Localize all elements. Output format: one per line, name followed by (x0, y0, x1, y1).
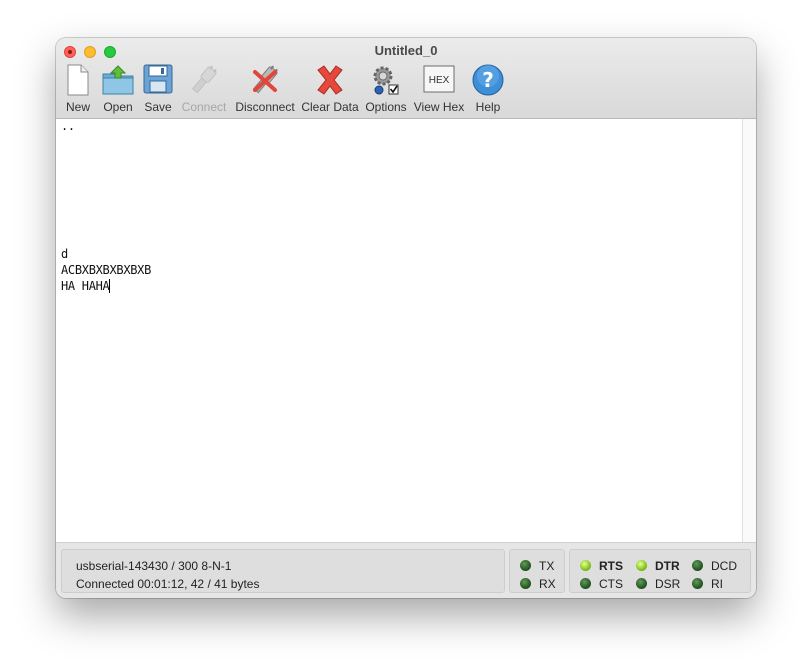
disconnect-plug-icon (252, 65, 278, 94)
terminal-line-text: HA HAHA (61, 279, 110, 293)
save-floppy-icon (143, 64, 173, 94)
help-label: Help (475, 100, 501, 114)
dcd-label: DCD (711, 559, 737, 573)
view-hex-button[interactable]: HEX View Hex (414, 64, 464, 114)
text-cursor (109, 279, 111, 293)
options-label: Options (365, 100, 407, 114)
terminal-line-last: HA HAHA (61, 279, 111, 293)
connect-button[interactable]: Connect (182, 64, 226, 114)
clear-data-button[interactable]: Clear Data (301, 64, 359, 114)
cts-led-icon (580, 578, 591, 589)
connection-status-text: Connected 00:01:12, 42 / 41 bytes (76, 577, 260, 591)
dtr-label: DTR (655, 559, 680, 573)
terminal-line: .. (61, 119, 75, 133)
txrx-panel: TX RX (509, 549, 565, 593)
connection-info-panel: usbserial-143430 / 300 8-N-1 Connected 0… (61, 549, 505, 593)
cts-label: CTS (599, 577, 623, 591)
connect-label: Connect (181, 100, 227, 114)
terminal-line: ACBXBXBXBXBXB (61, 263, 152, 277)
ri-label: RI (711, 577, 723, 591)
open-button[interactable]: Open (102, 64, 134, 114)
title-toolbar-bar: Untitled_0 New Open Save Connect Disconn… (56, 38, 756, 119)
new-document-icon (67, 64, 89, 96)
status-bar: usbserial-143430 / 300 8-N-1 Connected 0… (56, 542, 756, 598)
options-gear-icon (373, 66, 399, 95)
hex-icon: HEX (423, 65, 455, 93)
disconnect-label: Disconnect (235, 100, 295, 114)
rx-led-icon (520, 578, 531, 589)
window-title: Untitled_0 (374, 43, 438, 58)
dcd-led-icon (692, 560, 703, 571)
tx-led-icon (520, 560, 531, 571)
view-hex-label: View Hex (413, 100, 465, 114)
vertical-scrollbar[interactable] (742, 119, 756, 542)
rts-led-icon (580, 560, 591, 571)
dsr-led-icon (636, 578, 647, 589)
save-button[interactable]: Save (142, 64, 174, 114)
rts-label: RTS (599, 559, 623, 573)
terminal-output[interactable]: .. d ACBXBXBXBXBXB HA HAHA (56, 119, 742, 542)
terminal-line: d (61, 247, 68, 261)
svg-text:HEX: HEX (429, 75, 450, 86)
svg-text:?: ? (482, 68, 494, 92)
clear-data-label: Clear Data (301, 100, 359, 114)
save-label: Save (144, 100, 172, 114)
port-settings-text: usbserial-143430 / 300 8-N-1 (76, 559, 232, 573)
tx-label: TX (539, 559, 555, 573)
clear-x-icon (317, 65, 343, 95)
line-signals-panel: RTS CTS DTR DSR DCD RI (569, 549, 751, 593)
connect-plug-icon (191, 65, 217, 94)
options-button[interactable]: Options (365, 64, 407, 114)
open-label: Open (103, 100, 133, 114)
dtr-led-icon (636, 560, 647, 571)
dsr-label: DSR (655, 577, 681, 591)
help-button[interactable]: ? Help (472, 64, 504, 114)
help-question-icon: ? (472, 64, 504, 96)
disconnect-button[interactable]: Disconnect (235, 64, 295, 114)
new-button[interactable]: New (62, 64, 94, 114)
rx-label: RX (539, 577, 556, 591)
ri-led-icon (692, 578, 703, 589)
new-label: New (65, 100, 91, 114)
open-folder-icon (102, 65, 134, 95)
app-window: Untitled_0 New Open Save Connect Disconn… (56, 38, 756, 598)
